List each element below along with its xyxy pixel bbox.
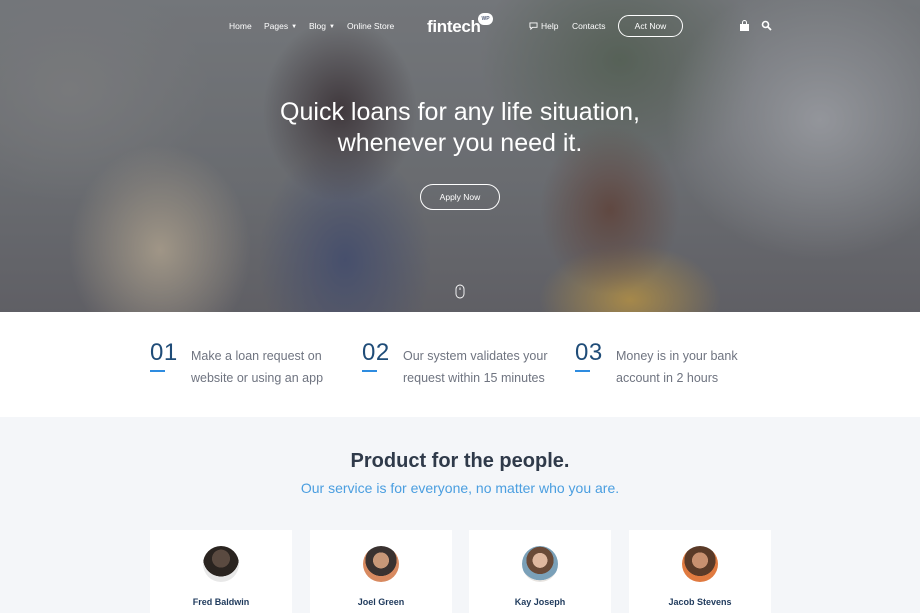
- logo-badge: WP: [478, 13, 493, 25]
- section-subtitle: Our service is for everyone, no matter w…: [300, 480, 620, 496]
- nav-blog[interactable]: Blog ▼: [309, 21, 335, 31]
- chat-bubble-icon: [529, 22, 538, 30]
- steps-section: 01 Make a loan request on website or usi…: [0, 312, 920, 417]
- search-icon[interactable]: [761, 20, 772, 31]
- step-underline: [575, 370, 590, 372]
- avatar: [682, 546, 718, 582]
- step-description: Our system validates your request within…: [403, 349, 548, 385]
- act-now-button[interactable]: Act Now: [618, 15, 683, 37]
- nav-home[interactable]: Home: [229, 21, 252, 31]
- hero-headline-line1: Quick loans for any life situation,: [280, 98, 640, 126]
- step-underline: [362, 370, 377, 372]
- apply-now-button[interactable]: Apply Now: [420, 184, 500, 210]
- avatar: [363, 546, 399, 582]
- step-number: 03: [575, 339, 603, 366]
- site-logo[interactable]: fintech: [427, 17, 481, 37]
- avatar: [203, 546, 239, 582]
- team-card[interactable]: Jacob Stevens: [629, 530, 771, 613]
- team-member-name: Jacob Stevens: [668, 597, 732, 607]
- shopping-bag-icon[interactable]: [739, 20, 750, 32]
- team-card[interactable]: Joel Green: [310, 530, 452, 613]
- nav-online-store[interactable]: Online Store: [347, 21, 394, 31]
- chevron-down-icon: ▼: [329, 24, 335, 30]
- nav-contacts[interactable]: Contacts: [572, 21, 606, 31]
- nav-help[interactable]: Help: [541, 21, 558, 31]
- step-underline: [150, 370, 165, 372]
- product-section: Product for the people. Our service is f…: [0, 417, 920, 613]
- nav-pages[interactable]: Pages ▼: [264, 21, 297, 31]
- hero-headline: Quick loans for any life situation, when…: [0, 97, 920, 159]
- nav-pages-label: Pages: [264, 21, 289, 31]
- mouse-icon[interactable]: [455, 284, 465, 299]
- hero-headline-line2: whenever you need it.: [337, 129, 583, 157]
- team-member-name: Joel Green: [357, 597, 405, 607]
- team-member-name: Kay Joseph: [514, 597, 566, 607]
- step-description: Make a loan request on website or using …: [191, 349, 324, 385]
- chevron-down-icon: ▼: [291, 24, 298, 30]
- team-member-name: Fred Baldwin: [192, 597, 250, 607]
- team-card[interactable]: Kay Joseph: [469, 530, 611, 613]
- step-number: 02: [362, 339, 390, 366]
- top-navigation: Home Pages ▼ Blog ▼ Online Store fintech W…: [0, 13, 920, 39]
- step-number: 01: [150, 339, 178, 366]
- team-card[interactable]: Fred Baldwin: [150, 530, 292, 613]
- nav-blog-label: Blog: [309, 21, 327, 31]
- hero-section: Home Pages ▼ Blog ▼ Online Store fintech W…: [0, 0, 920, 312]
- step-description: Money is in your bank account in 2 hours: [616, 349, 738, 385]
- section-title: Product for the people.: [350, 450, 570, 472]
- avatar: [522, 546, 558, 582]
